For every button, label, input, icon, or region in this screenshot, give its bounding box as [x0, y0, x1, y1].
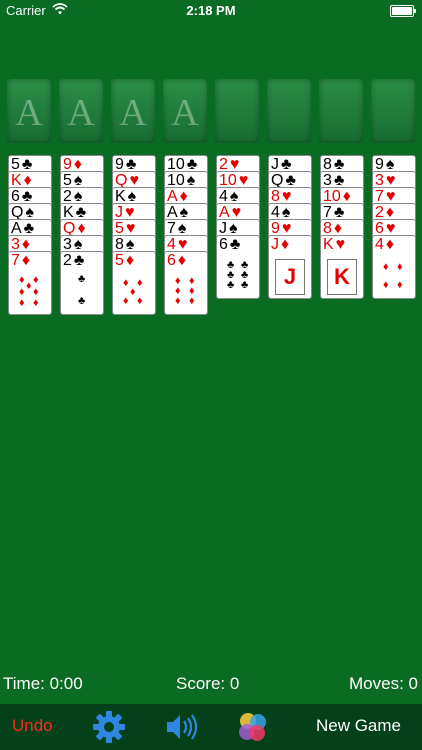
card-suit-icon: ♣	[73, 252, 85, 269]
free-cell-slot[interactable]	[371, 79, 415, 143]
status-bar: Carrier 2:18 PM	[0, 0, 422, 22]
card-suit-icon: ♦	[125, 252, 135, 269]
card-index: J ♦	[271, 236, 289, 253]
foundation-slot[interactable]: A	[163, 79, 207, 143]
card-pip-icon: ♦	[130, 286, 136, 298]
card-rank: 4	[375, 236, 384, 253]
foundation-slot[interactable]: A	[59, 79, 103, 143]
card-pip-icon: ♦	[383, 279, 389, 291]
card-rank: 7	[11, 252, 20, 269]
card-pip-icon: ♦	[137, 277, 143, 289]
foundation-slot[interactable]: A	[111, 79, 155, 143]
card-suit-icon: ♦	[177, 252, 187, 269]
playing-card[interactable]: 7 ♦ ♦ ♦ ♦ ♦ ♦ ♦ ♦	[8, 251, 52, 315]
free-cell-slot[interactable]	[319, 79, 363, 143]
card-pip-icon: ♦	[123, 295, 129, 307]
card-pip-icon: ♦	[397, 261, 403, 273]
playing-card[interactable]: 4 ♦ ♦ ♦ ♦ ♦	[372, 235, 416, 299]
game-center-icon[interactable]	[235, 710, 271, 744]
toolbar: Undo New Game	[0, 704, 422, 750]
card-pip-icon: ♣	[78, 273, 86, 285]
foundation-slot[interactable]: A	[7, 79, 51, 143]
playing-card[interactable]: 6 ♦ ♦ ♦ ♦ ♦ ♦ ♦	[164, 251, 208, 315]
foundation-letter: A	[67, 92, 95, 134]
new-game-button[interactable]: New Game	[316, 716, 401, 736]
card-rank: 2	[63, 252, 72, 269]
face-card-emblem: J	[275, 259, 305, 295]
playing-card[interactable]: K ♥ K	[320, 235, 364, 299]
free-cell-slot[interactable]	[267, 79, 311, 143]
card-index: 6 ♦	[167, 252, 186, 269]
playing-card[interactable]: 2 ♣ ♣ ♣	[60, 251, 104, 315]
card-pip-icon: ♦	[19, 297, 25, 309]
foundation-letter: A	[171, 92, 199, 134]
card-index: 5 ♦	[115, 252, 134, 269]
card-pip-icon: ♣	[78, 295, 86, 307]
card-pip-icon: ♦	[123, 277, 129, 289]
card-pip-icon: ♣	[227, 279, 235, 291]
card-index: 2 ♣	[63, 252, 84, 269]
card-suit-icon: ♦	[281, 236, 290, 253]
card-pip-icon: ♦	[137, 295, 143, 307]
card-index: 6 ♣	[219, 236, 240, 253]
card-pip-icon: ♦	[33, 297, 39, 309]
card-suit-icon: ♣	[229, 236, 241, 253]
card-pip-icon: ♦	[383, 261, 389, 273]
card-rank: 5	[115, 252, 124, 269]
score-label: Score: 0	[176, 674, 240, 693]
card-suit-icon: ♦	[21, 252, 31, 269]
card-pip-icon: ♦	[397, 279, 403, 291]
card-index: K ♥	[323, 236, 345, 253]
card-pip-icon: ♦	[175, 295, 181, 307]
clock: 2:18 PM	[186, 3, 236, 18]
gear-icon[interactable]	[91, 710, 127, 744]
playing-card[interactable]: 6 ♣ ♣ ♣ ♣ ♣ ♣ ♣	[216, 235, 260, 299]
playing-card[interactable]: J ♦ J	[268, 235, 312, 299]
foundation-letter: A	[119, 92, 147, 134]
card-pip-icon: ♦	[26, 280, 32, 292]
card-pip-icon: ♣	[241, 279, 249, 291]
card-index: 4 ♦	[375, 236, 394, 253]
speaker-icon[interactable]	[163, 710, 199, 744]
undo-button[interactable]: Undo	[12, 716, 53, 736]
time-label: Time: 0:00	[3, 674, 83, 693]
card-pip-icon: ♦	[189, 295, 195, 307]
card-suit-icon: ♦	[385, 236, 395, 253]
free-cell-slot[interactable]	[215, 79, 259, 143]
playing-card[interactable]: 5 ♦ ♦ ♦ ♦ ♦ ♦	[112, 251, 156, 315]
game-info-bar: Time: 0:00 Score: 0 Moves: 0	[0, 674, 422, 696]
card-suit-icon: ♥	[335, 236, 346, 253]
card-rank: 6	[167, 252, 176, 269]
foundation-letter: A	[15, 92, 43, 134]
card-pip-icon: ♦	[33, 274, 39, 286]
card-rank: J	[271, 236, 279, 253]
face-card-emblem: K	[327, 259, 357, 295]
card-rank: K	[323, 236, 334, 253]
moves-label: Moves: 0	[349, 674, 418, 693]
card-rank: 6	[219, 236, 228, 253]
battery-icon	[390, 5, 416, 17]
card-index: 7 ♦	[11, 252, 30, 269]
card-pip-icon: ♦	[19, 274, 25, 286]
